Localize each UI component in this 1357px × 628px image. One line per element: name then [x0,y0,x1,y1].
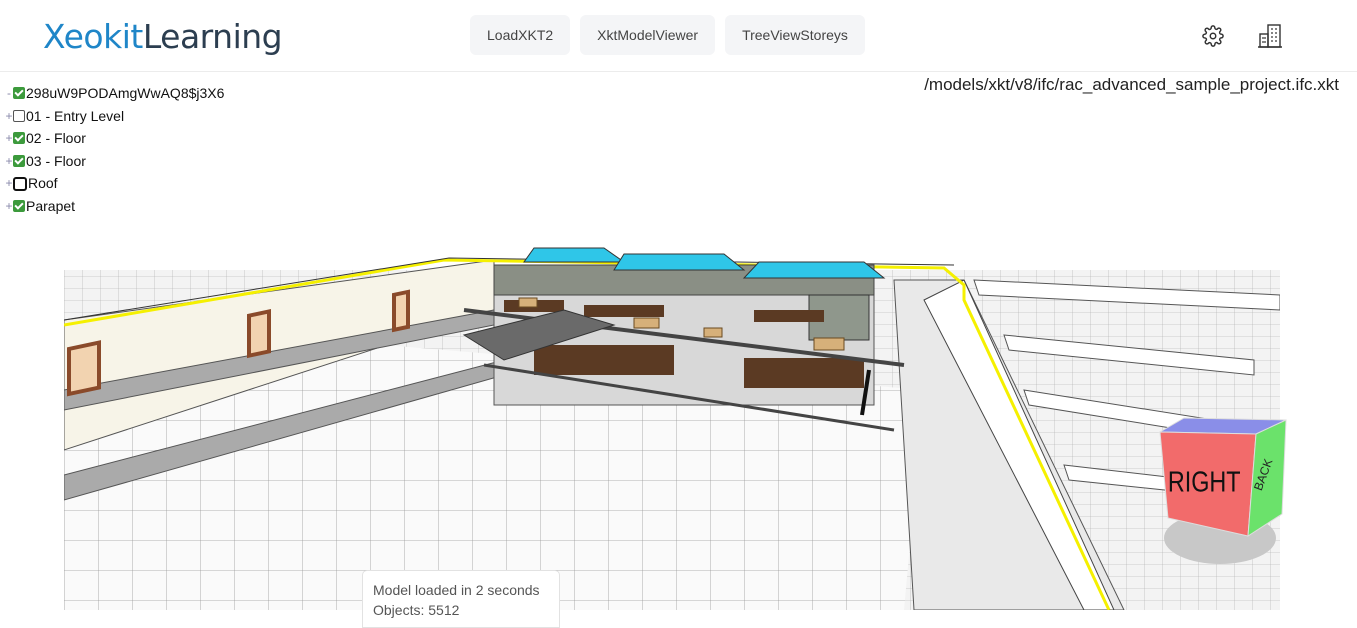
logo-part-xeokit: Xeokit [43,17,143,56]
tree-toggle-expand[interactable]: + [5,172,13,195]
load-time-text: Model loaded in 2 seconds [373,582,540,598]
load-status-panel: Model loaded in 2 seconds Objects: 5512 [362,570,560,628]
tree-label-parapet: Parapet [26,197,76,214]
building-model-render [64,247,1280,610]
logo-part-learning: Learning [142,17,283,56]
tree-checkbox-02-floor[interactable] [13,132,25,145]
tree-label-roof: Roof [28,175,58,192]
tree-toggle-collapse[interactable]: - [5,82,13,105]
tree-checkbox-parapet[interactable] [13,200,25,213]
tree-checkbox-03-floor[interactable] [13,155,25,168]
app-logo[interactable]: XeokitLearning [43,17,283,56]
storey-tree: - 298uW9PODAmgWwAQ8$j3X6 + 01 - Entry Le… [5,82,224,218]
settings-button[interactable] [1200,24,1226,50]
tree-root-row: - 298uW9PODAmgWwAQ8$j3X6 [5,82,224,105]
3d-viewer-canvas[interactable] [64,240,1280,610]
tree-toggle-expand[interactable]: + [5,195,13,218]
nav-xktmodelviewer-button[interactable]: XktModelViewer [580,15,716,55]
tree-toggle-expand[interactable]: + [5,127,13,150]
nav-loadxkt2-button[interactable]: LoadXKT2 [470,15,571,55]
nav-treeviewstoreys-button[interactable]: TreeViewStoreys [725,15,865,55]
building-icon [1258,24,1282,48]
app-header: XeokitLearning LoadXKT2 XktModelViewer T… [0,0,1357,72]
objects-count-text: Objects: 5512 [373,602,460,618]
tree-row-roof: + Roof [5,172,224,195]
tree-checkbox-root[interactable] [13,87,25,100]
nav-cube-icon: RIGHT BACK [1158,417,1287,564]
tree-toggle-expand[interactable]: + [5,105,13,128]
tree-label-02-floor: 02 - Floor [26,130,86,147]
nav-cube[interactable]: RIGHT BACK [1152,410,1288,570]
top-nav: LoadXKT2 XktModelViewer TreeViewStoreys [470,15,865,55]
tree-label-03-floor: 03 - Floor [26,152,86,169]
tree-row-02-floor: + 02 - Floor [5,127,224,150]
tree-toggle-expand[interactable]: + [5,150,13,173]
tree-label-root: 298uW9PODAmgWwAQ8$j3X6 [26,85,225,101]
tree-checkbox-entry-level[interactable] [13,109,25,122]
gear-icon [1202,24,1224,47]
tree-row-entry-level: + 01 - Entry Level [5,105,224,128]
tree-checkbox-roof[interactable] [13,176,27,191]
tree-row-03-floor: + 03 - Floor [5,150,224,173]
nav-cube-right-label: RIGHT [1168,465,1241,498]
tree-row-parapet: + Parapet [5,195,224,218]
building-button[interactable] [1256,22,1284,50]
tree-label-entry-level: 01 - Entry Level [26,107,125,124]
model-path-label: /models/xkt/v8/ifc/rac_advanced_sample_p… [924,75,1339,94]
